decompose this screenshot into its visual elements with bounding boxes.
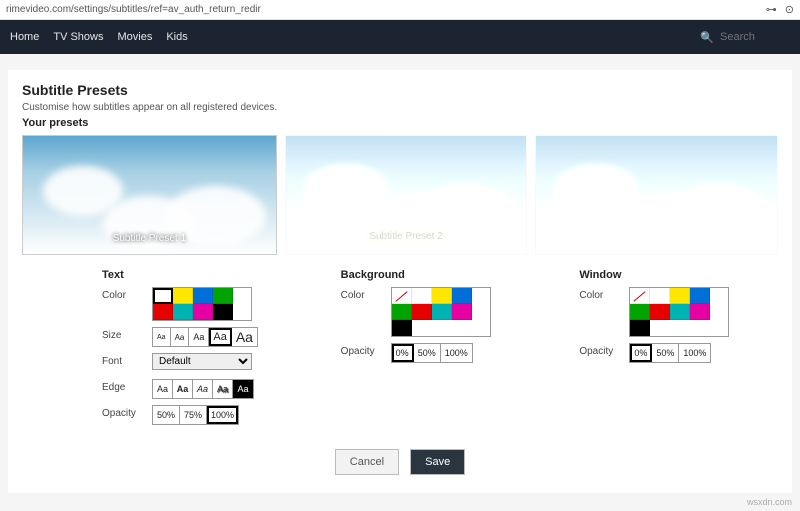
text-opacity-picker: 50%75%100% <box>152 405 239 425</box>
settings-card: Subtitle Presets Customise how subtitles… <box>8 70 792 493</box>
preset-3-label: Subtitle Preset 3 <box>620 233 693 244</box>
edge-option[interactable]: Aa <box>193 380 213 398</box>
text-color-palette <box>152 287 252 321</box>
edge-picker: AaAaAaAaAa <box>152 379 254 399</box>
swatch[interactable] <box>650 304 670 320</box>
swatch[interactable] <box>213 304 233 320</box>
your-presets-heading: Your presets <box>22 117 778 129</box>
swatch[interactable] <box>670 288 690 304</box>
bg-heading: Background <box>341 269 540 281</box>
nav-home[interactable]: Home <box>10 31 39 43</box>
preset-preview-row: Subtitle Preset 1 Subtitle Preset 2 Subt… <box>22 135 778 255</box>
opacity-option[interactable]: 100% <box>679 344 710 362</box>
text-opacity-label: Opacity <box>102 405 152 419</box>
search-input[interactable] <box>720 31 790 43</box>
page-desc: Customise how subtitles appear on all re… <box>22 102 778 113</box>
text-size-picker: AaAaAaAaAa <box>152 327 258 347</box>
swatch[interactable] <box>630 304 650 320</box>
search-icon[interactable]: 🔍 <box>700 31 714 44</box>
nav-movies[interactable]: Movies <box>117 31 152 43</box>
browser-url-bar: rimevideo.com/settings/subtitles/ref=av_… <box>0 0 800 20</box>
size-option[interactable]: Aa <box>171 328 190 346</box>
nav-kids[interactable]: Kids <box>166 31 187 43</box>
swatch[interactable] <box>173 304 193 320</box>
cancel-button[interactable]: Cancel <box>335 449 399 475</box>
swatch-none[interactable] <box>630 288 650 304</box>
win-opacity-label: Opacity <box>579 343 629 357</box>
text-font-label: Font <box>102 353 152 367</box>
text-edge-label: Edge <box>102 379 152 393</box>
footer-watermark: wsxdn.com <box>0 493 800 511</box>
font-select[interactable]: Default <box>152 353 252 370</box>
swatch[interactable] <box>392 304 412 320</box>
swatch-none[interactable] <box>392 288 412 304</box>
text-heading: Text <box>102 269 301 281</box>
window-column: Window Color Opacity 0%50%100% <box>579 269 778 431</box>
background-column: Background Color Opacity 0%50%100% <box>341 269 540 431</box>
swatch[interactable] <box>432 304 452 320</box>
edge-option[interactable]: Aa <box>213 380 233 398</box>
swatch[interactable] <box>452 288 472 304</box>
swatch[interactable] <box>392 320 412 336</box>
swatch[interactable] <box>690 288 710 304</box>
swatch[interactable] <box>690 304 710 320</box>
swatch[interactable] <box>412 288 432 304</box>
size-option[interactable]: Aa <box>189 328 209 346</box>
edge-option[interactable]: Aa <box>173 380 193 398</box>
size-option[interactable]: Aa <box>232 328 257 346</box>
opacity-option[interactable]: 0% <box>630 344 652 362</box>
opacity-option[interactable]: 100% <box>441 344 472 362</box>
swatch[interactable] <box>153 288 173 304</box>
page-title: Subtitle Presets <box>22 82 778 98</box>
save-button[interactable]: Save <box>410 449 465 475</box>
preset-2-label: Subtitle Preset 2 <box>365 229 446 244</box>
win-heading: Window <box>579 269 778 281</box>
swatch[interactable] <box>650 288 670 304</box>
swatch[interactable] <box>213 288 233 304</box>
size-option[interactable]: Aa <box>209 328 231 346</box>
bg-color-palette <box>391 287 491 337</box>
bg-opacity-label: Opacity <box>341 343 391 357</box>
url-text: rimevideo.com/settings/subtitles/ref=av_… <box>6 4 261 15</box>
action-row: Cancel Save <box>22 449 778 475</box>
preset-1-label: Subtitle Preset 1 <box>113 233 186 244</box>
win-opacity-picker: 0%50%100% <box>629 343 711 363</box>
preset-preview-1[interactable]: Subtitle Preset 1 <box>22 135 277 255</box>
swatch[interactable] <box>153 304 173 320</box>
edge-option[interactable]: Aa <box>153 380 173 398</box>
swatch[interactable] <box>412 304 432 320</box>
opacity-option[interactable]: 100% <box>207 406 238 424</box>
preset-preview-3[interactable]: Subtitle Preset 3 <box>535 135 778 255</box>
win-color-label: Color <box>579 287 629 301</box>
size-option[interactable]: Aa <box>153 328 171 346</box>
text-size-label: Size <box>102 327 152 341</box>
bg-color-label: Color <box>341 287 391 301</box>
magnify-icon[interactable]: ⊙ <box>785 3 794 16</box>
swatch[interactable] <box>670 304 690 320</box>
opacity-option[interactable]: 0% <box>392 344 414 362</box>
opacity-option[interactable]: 50% <box>414 344 441 362</box>
swatch[interactable] <box>173 288 193 304</box>
swatch[interactable] <box>432 288 452 304</box>
text-column: Text Color Size AaAaAaAaAa Font Default … <box>102 269 301 431</box>
text-color-label: Color <box>102 287 152 301</box>
opacity-option[interactable]: 50% <box>652 344 679 362</box>
opacity-option[interactable]: 50% <box>153 406 180 424</box>
win-color-palette <box>629 287 729 337</box>
edge-option[interactable]: Aa <box>233 380 253 398</box>
swatch[interactable] <box>193 304 213 320</box>
top-nav: Home TV Shows Movies Kids 🔍 <box>0 20 800 54</box>
controls-grid: Text Color Size AaAaAaAaAa Font Default … <box>22 269 778 431</box>
swatch[interactable] <box>193 288 213 304</box>
swatch[interactable] <box>630 320 650 336</box>
opacity-option[interactable]: 75% <box>180 406 207 424</box>
nav-tv[interactable]: TV Shows <box>53 31 103 43</box>
preset-preview-2[interactable]: Subtitle Preset 2 <box>285 135 528 255</box>
swatch[interactable] <box>452 304 472 320</box>
key-icon[interactable]: ⊶ <box>766 3 777 16</box>
bg-opacity-picker: 0%50%100% <box>391 343 473 363</box>
